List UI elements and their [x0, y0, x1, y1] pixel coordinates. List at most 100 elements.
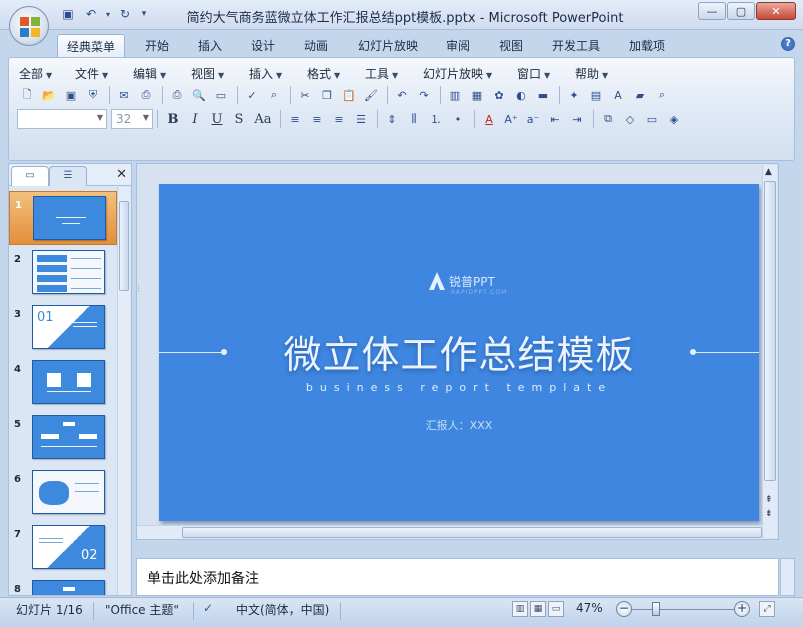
tab-classic-menu[interactable]: 经典菜单	[57, 34, 125, 57]
zoom-slider-knob[interactable]	[652, 602, 660, 616]
increase-indent-icon[interactable]: ⇥	[567, 109, 587, 129]
slide-vertical-scrollbar[interactable]: ▲ ⇞ ⇟	[762, 165, 777, 538]
notes-pane[interactable]: 单击此处添加备注	[136, 558, 779, 596]
columns-icon[interactable]: ⫼	[404, 109, 424, 129]
redo-icon[interactable]: ↷	[414, 85, 434, 105]
menu-help[interactable]: 帮助 ▼	[575, 65, 633, 82]
decrease-indent-icon[interactable]: ⇤	[545, 109, 565, 129]
previous-slide-icon[interactable]: ⇞	[765, 495, 773, 505]
change-case-button[interactable]: Aa	[250, 109, 276, 129]
menu-view[interactable]: 视图 ▼	[191, 65, 249, 82]
menu-window[interactable]: 窗口 ▼	[517, 65, 575, 82]
table-icon[interactable]: ▦	[467, 85, 487, 105]
new-slide-icon[interactable]: ✦	[564, 85, 584, 105]
new-document-icon[interactable]: 🗋	[17, 85, 37, 105]
menu-edit[interactable]: 编辑 ▼	[133, 65, 191, 82]
email-icon[interactable]: ✉	[114, 85, 134, 105]
slides-scrollbar[interactable]	[117, 187, 130, 595]
language-indicator[interactable]: 中文(简体，中国)	[236, 601, 329, 618]
menu-all[interactable]: 全部 ▼	[19, 65, 75, 82]
folder-icon[interactable]: ▰	[630, 85, 650, 105]
slide-thumbnail[interactable]: 6	[9, 466, 117, 520]
slide-thumbnail[interactable]: 7 02	[9, 521, 117, 575]
spelling-icon[interactable]: ✓	[242, 85, 262, 105]
slide-thumbnail[interactable]: 2	[9, 246, 117, 300]
close-icon[interactable]: ✕	[756, 2, 796, 20]
tab-animation[interactable]: 动画	[295, 34, 337, 57]
slide-thumbnail[interactable]: 5	[9, 411, 117, 465]
undo-icon[interactable]: ↶	[392, 85, 412, 105]
notes-scrollbar[interactable]	[780, 558, 795, 596]
grayscale-icon[interactable]: ▬	[533, 85, 553, 105]
shape-fill-icon[interactable]: ◈	[664, 109, 684, 129]
scroll-up-icon[interactable]: ▲	[765, 167, 772, 177]
cut-icon[interactable]: ✂	[295, 85, 315, 105]
zoom-slider[interactable]	[632, 609, 738, 610]
align-left-icon[interactable]: ≡	[285, 109, 305, 129]
research-icon[interactable]: ⌕	[264, 85, 284, 105]
menu-file[interactable]: 文件 ▼	[75, 65, 133, 82]
tab-home[interactable]: 开始	[136, 34, 178, 57]
slides-tab-icon[interactable]: ▭	[11, 166, 49, 186]
decrease-font-icon[interactable]: a⁻	[523, 109, 543, 129]
menu-format[interactable]: 格式 ▼	[307, 65, 365, 82]
fit-to-window-icon[interactable]: ⤢	[759, 601, 775, 617]
zoom-icon[interactable]: ⌕	[652, 85, 672, 105]
clip-art-icon[interactable]: ✿	[489, 85, 509, 105]
shadow-button[interactable]: S	[228, 109, 250, 129]
slideshow-view-icon[interactable]: ▭	[548, 601, 564, 617]
scrollbar-thumb[interactable]	[182, 527, 762, 538]
slide-horizontal-scrollbar[interactable]	[137, 525, 762, 539]
slide-sorter-icon[interactable]: ▦	[530, 601, 546, 617]
bold-button[interactable]: B	[162, 109, 184, 129]
help-icon[interactable]: ?	[781, 37, 795, 51]
increase-font-icon[interactable]: A⁺	[501, 109, 521, 129]
underline-button[interactable]: U	[206, 109, 228, 129]
text-direction-icon[interactable]: ⇕	[382, 109, 402, 129]
office-button[interactable]	[9, 6, 49, 46]
normal-view-icon[interactable]: ▥	[512, 601, 528, 617]
quick-styles-icon[interactable]: ▭	[642, 109, 662, 129]
slide-thumbnail[interactable]: 1	[9, 191, 117, 245]
copy-icon[interactable]: ❐	[317, 85, 337, 105]
slide-thumbnail[interactable]: 3 01	[9, 301, 117, 355]
tab-review[interactable]: 审阅	[437, 34, 479, 57]
scrollbar-thumb[interactable]	[119, 201, 129, 291]
tab-view[interactable]: 视图	[490, 34, 532, 57]
slide-thumbnail[interactable]: 8	[9, 576, 117, 595]
tab-developer[interactable]: 开发工具	[543, 34, 609, 57]
theme-name[interactable]: "Office 主题"	[105, 601, 179, 618]
arrange-icon[interactable]: ⧉	[598, 109, 618, 129]
undo-icon[interactable]: ↶	[81, 5, 101, 23]
open-folder-icon[interactable]: 📂	[39, 85, 59, 105]
bullets-icon[interactable]: •	[448, 109, 468, 129]
redo-icon[interactable]: ↻	[115, 5, 135, 23]
tab-addins[interactable]: 加载项	[620, 34, 674, 57]
slide-thumbnail[interactable]: 4	[9, 356, 117, 410]
text-box-icon[interactable]: A	[608, 85, 628, 105]
tab-design[interactable]: 设计	[242, 34, 284, 57]
minimize-icon[interactable]: —	[698, 2, 726, 20]
qat-customize-icon[interactable]: ▾	[138, 5, 150, 23]
outline-tab-icon[interactable]: ☰	[49, 166, 87, 186]
slide-view-icon[interactable]: ▭	[211, 85, 231, 105]
zoom-out-icon[interactable]: −	[616, 601, 632, 617]
format-painter-icon[interactable]: 🖌	[361, 85, 381, 105]
tab-insert[interactable]: 插入	[189, 34, 231, 57]
maximize-icon[interactable]: ▢	[727, 2, 755, 20]
align-right-icon[interactable]: ≡	[329, 109, 349, 129]
splitter-grip-icon[interactable]: ⁝	[137, 284, 140, 295]
font-color-icon[interactable]: A	[479, 109, 499, 129]
print-icon[interactable]: ⎙	[167, 85, 187, 105]
spell-check-icon[interactable]: ✓	[203, 601, 213, 615]
justify-icon[interactable]: ☰	[351, 109, 371, 129]
tab-slideshow[interactable]: 幻灯片放映	[348, 34, 428, 57]
undo-dropdown-icon[interactable]: ▾	[104, 5, 112, 23]
permission-icon[interactable]: ⛨	[83, 85, 103, 105]
menu-insert[interactable]: 插入 ▼	[249, 65, 307, 82]
paste-icon[interactable]: 📋	[339, 85, 359, 105]
current-slide[interactable]: 锐普PPT RAPIDPPT.COM 微立体工作总结模板 business re…	[159, 184, 759, 521]
font-name-combo[interactable]: ▼	[17, 109, 107, 129]
publish-icon[interactable]: ⎙	[136, 85, 156, 105]
menu-tools[interactable]: 工具 ▼	[365, 65, 423, 82]
